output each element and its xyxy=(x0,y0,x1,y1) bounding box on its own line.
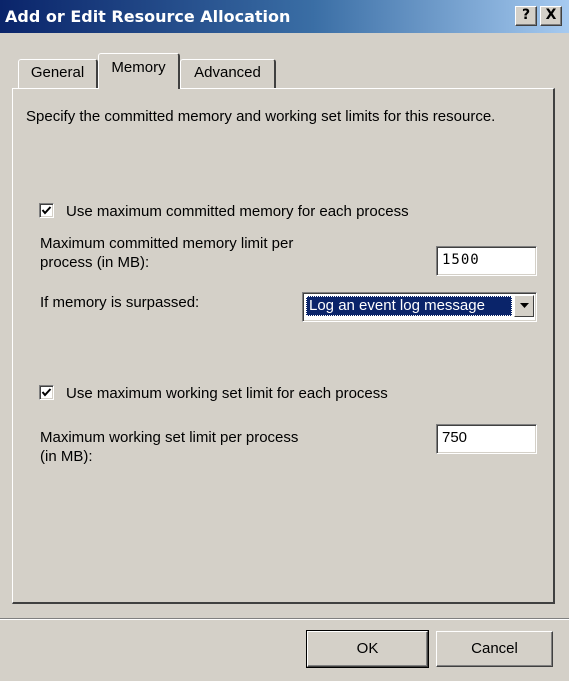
surpassed-label: If memory is surpassed: xyxy=(40,294,200,311)
committed-limit-label-line1: Maximum committed memory limit per xyxy=(40,235,294,252)
working-set-checkbox[interactable] xyxy=(39,385,54,400)
checkmark-icon xyxy=(41,388,52,397)
title-bar: Add or Edit Resource Allocation ? X xyxy=(0,0,569,33)
checkmark-icon xyxy=(41,206,52,215)
committed-memory-checkbox-label[interactable]: Use maximum committed memory for each pr… xyxy=(66,202,409,221)
chevron-down-icon xyxy=(520,303,529,308)
committed-limit-input[interactable]: 1500 xyxy=(436,246,537,276)
tab-memory[interactable]: Memory xyxy=(98,53,180,89)
working-set-limit-label-line1: Maximum working set limit per process xyxy=(40,429,299,446)
footer-divider xyxy=(0,618,569,620)
working-set-limit-input[interactable]: 750 xyxy=(436,424,537,454)
memory-description: Specify the committed memory and working… xyxy=(26,108,496,125)
help-button[interactable]: ? xyxy=(515,6,537,26)
dropdown-button[interactable] xyxy=(514,295,534,317)
working-set-limit-label-line2: (in MB): xyxy=(40,448,93,465)
window-title: Add or Edit Resource Allocation xyxy=(5,7,291,26)
committed-memory-checkbox[interactable] xyxy=(39,203,54,218)
committed-limit-label-line2: process (in MB): xyxy=(40,254,150,271)
tab-panel xyxy=(12,88,555,604)
close-button[interactable]: X xyxy=(540,6,562,26)
cancel-button[interactable]: Cancel xyxy=(436,631,553,667)
ok-button[interactable]: OK xyxy=(306,630,429,668)
tab-advanced[interactable]: Advanced xyxy=(180,59,276,89)
surpassed-dropdown[interactable]: Log an event log message xyxy=(302,292,537,322)
tab-general[interactable]: General xyxy=(18,59,98,89)
surpassed-selected-value: Log an event log message xyxy=(306,296,512,316)
working-set-checkbox-label[interactable]: Use maximum working set limit for each p… xyxy=(66,384,388,403)
